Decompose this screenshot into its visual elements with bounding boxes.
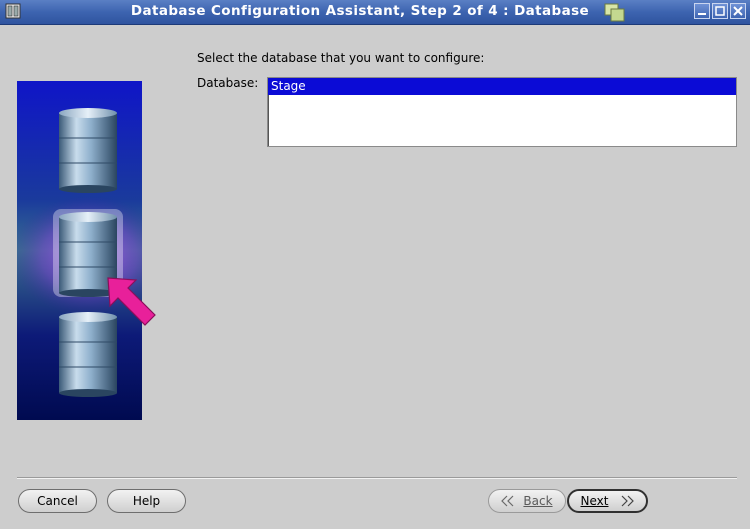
next-button[interactable]: Next bbox=[567, 489, 648, 513]
cancel-label: Cancel bbox=[37, 494, 78, 508]
title-bar[interactable]: Database Configuration Assistant, Step 2… bbox=[0, 0, 750, 25]
instruction-text: Select the database that you want to con… bbox=[197, 51, 485, 65]
close-icon bbox=[733, 6, 743, 16]
button-separator bbox=[17, 477, 737, 479]
window-stack-icon bbox=[604, 3, 625, 22]
pointer-arrow-icon bbox=[107, 277, 156, 326]
help-button[interactable]: Help bbox=[107, 489, 186, 513]
chevron-double-left-icon bbox=[501, 495, 514, 507]
back-label: Back bbox=[523, 494, 553, 508]
maximize-button[interactable] bbox=[712, 3, 728, 19]
close-button[interactable] bbox=[730, 3, 746, 19]
back-button[interactable]: Back bbox=[488, 489, 566, 513]
database-label: Database: bbox=[197, 76, 259, 90]
minimize-button[interactable] bbox=[694, 3, 710, 19]
database-illustration bbox=[17, 81, 142, 420]
maximize-icon bbox=[715, 6, 725, 16]
database-list[interactable]: Stage bbox=[267, 77, 737, 147]
database-list-item[interactable]: Stage bbox=[268, 78, 736, 95]
chevron-double-right-icon bbox=[622, 495, 635, 507]
cancel-button[interactable]: Cancel bbox=[18, 489, 97, 513]
minimize-icon bbox=[698, 13, 706, 15]
database-cylinder-top bbox=[59, 108, 117, 193]
next-label: Next bbox=[580, 494, 609, 508]
help-label: Help bbox=[132, 494, 161, 508]
